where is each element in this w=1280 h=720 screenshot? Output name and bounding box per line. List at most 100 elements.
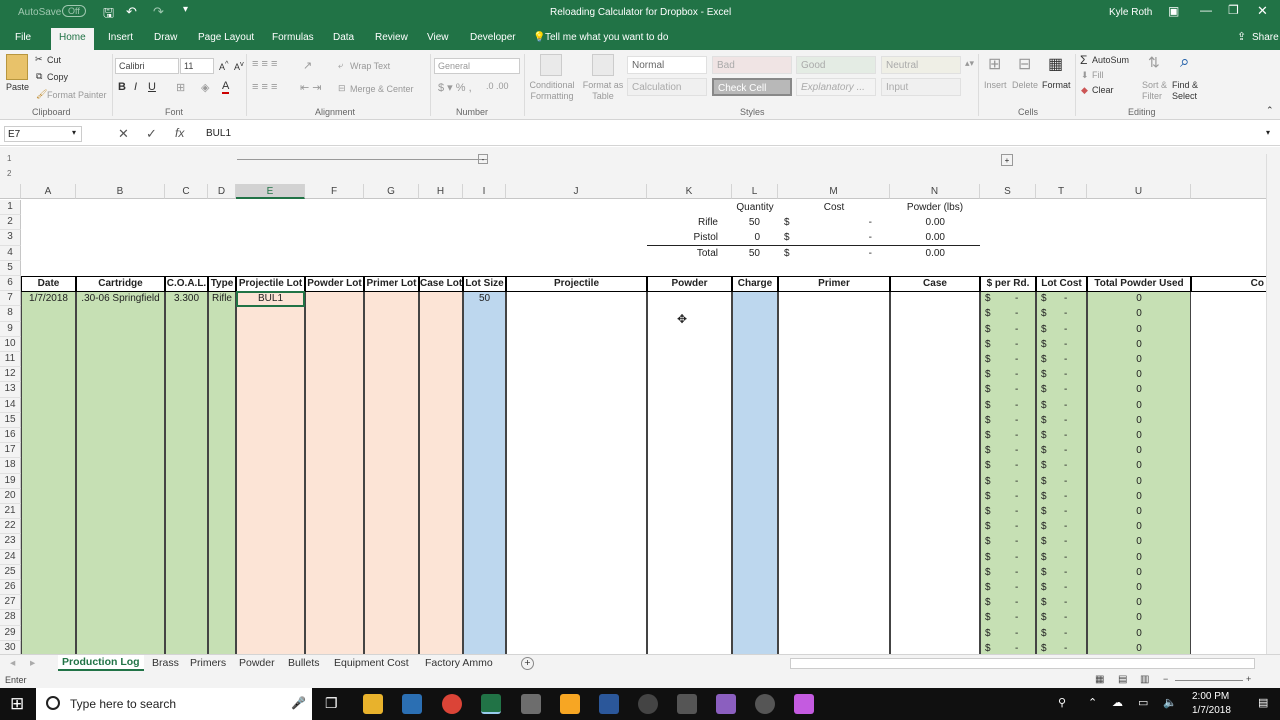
tab-insert[interactable]: Insert [108, 32, 133, 43]
app-icon[interactable] [521, 694, 541, 714]
worksheet-grid[interactable]: A B C D E F G H I J K L M N S T U 1 2 3 4 5 6 7 8 9 10 11 12 13 14 15 16… [0, 184, 1266, 654]
align-top-icon[interactable]: ≡ ≡ ≡ [252, 58, 277, 70]
row-header[interactable]: 23 [0, 534, 21, 550]
save-icon[interactable]: 🖫 [103, 4, 114, 26]
cut-icon[interactable]: ✂ [35, 54, 43, 65]
sheet-tab-powder[interactable]: Powder [239, 657, 275, 669]
chrome-icon[interactable] [442, 694, 462, 714]
name-box[interactable]: E7 [4, 126, 82, 142]
shrink-font-icon[interactable]: Av [234, 59, 244, 72]
restore-icon[interactable]: ❐ [1228, 3, 1239, 17]
customize-qat-icon[interactable]: ▾ [183, 4, 188, 15]
page-layout-icon[interactable]: ▤ [1118, 674, 1127, 685]
format-painter-icon[interactable]: 🖌 [36, 89, 47, 100]
sort-filter-button[interactable]: Sort & Filter [1142, 80, 1174, 102]
column-header[interactable]: U [1087, 184, 1191, 199]
excel-taskbar-icon[interactable] [481, 694, 501, 714]
row-header[interactable]: 27 [0, 595, 21, 611]
column-header[interactable]: A [21, 184, 76, 199]
paste-icon[interactable] [6, 54, 28, 80]
indent-icon[interactable]: ⇤ ⇥ [300, 81, 322, 94]
close-icon[interactable]: ✕ [1257, 3, 1268, 19]
copy-icon[interactable]: ⧉ [36, 71, 42, 82]
row-header[interactable]: 11 [0, 352, 21, 368]
sheet-tab-primers[interactable]: Primers [190, 657, 226, 669]
column-header[interactable]: H [419, 184, 463, 199]
normal-view-icon[interactable]: ▦ [1095, 674, 1104, 685]
redo-icon[interactable]: ↷ [153, 4, 164, 20]
row-header[interactable]: 26 [0, 580, 21, 596]
column-header[interactable]: E [236, 184, 305, 199]
illustrator-icon[interactable] [560, 694, 580, 714]
bold-icon[interactable]: B [118, 81, 126, 93]
sort-filter-icon[interactable]: ⇅ [1148, 54, 1160, 71]
column-header[interactable]: J [506, 184, 647, 199]
horizontal-scrollbar[interactable] [790, 658, 1255, 669]
style-calculation[interactable]: Calculation [627, 78, 707, 96]
column-header[interactable]: F [305, 184, 364, 199]
collapse-ribbon-icon[interactable]: ⌃ [1266, 105, 1274, 116]
column-header[interactable]: L [732, 184, 778, 199]
style-check-cell[interactable]: Check Cell [712, 78, 792, 96]
style-good[interactable]: Good [796, 56, 876, 74]
conditional-formatting-button[interactable]: Conditional Formatting [527, 80, 577, 102]
row-header[interactable]: 30 [0, 640, 21, 654]
app-icon[interactable] [794, 694, 814, 714]
formula-input[interactable]: BUL1 [200, 124, 1260, 144]
tab-page-layout[interactable]: Page Layout [198, 32, 254, 43]
notifications-icon[interactable]: ▤ [1258, 696, 1268, 709]
prev-sheet-icon[interactable]: ◂ [10, 657, 15, 669]
style-neutral[interactable]: Neutral [881, 56, 961, 74]
row-header[interactable]: 16 [0, 428, 21, 444]
column-header[interactable]: N [890, 184, 980, 199]
file-explorer-icon[interactable] [363, 694, 383, 714]
cell-lot-size[interactable]: 50 [463, 291, 506, 306]
microphone-icon[interactable]: 🎤 [291, 696, 306, 710]
column-header[interactable]: G [364, 184, 419, 199]
tab-developer[interactable]: Developer [470, 32, 516, 43]
row-header[interactable]: 4 [0, 245, 21, 261]
row-header[interactable]: 3 [0, 230, 21, 246]
store-icon[interactable] [402, 694, 422, 714]
insert-cells-button[interactable]: Insert [984, 80, 1007, 90]
insert-cells-icon[interactable]: ⊞ [988, 54, 1001, 74]
column-header[interactable]: C [165, 184, 208, 199]
add-sheet-icon[interactable]: + [521, 657, 534, 670]
cortana-icon[interactable] [46, 696, 60, 710]
undo-icon[interactable]: ↶ [126, 4, 137, 20]
fill-icon[interactable]: ⬇ [1081, 70, 1089, 81]
column-header[interactable]: M [778, 184, 890, 199]
column-header[interactable]: S [980, 184, 1036, 199]
column-header[interactable]: T [1036, 184, 1087, 199]
share-button[interactable]: Share [1252, 32, 1279, 43]
format-painter-button[interactable]: Format Painter [47, 90, 107, 100]
autosum-icon[interactable]: Σ [1080, 53, 1087, 67]
cell-date[interactable]: 1/7/2018 [21, 291, 76, 306]
outline-level-2[interactable]: 2 [7, 169, 11, 178]
enter-icon[interactable]: ✓ [146, 126, 157, 142]
tab-file[interactable]: File [15, 32, 31, 43]
italic-icon[interactable]: I [134, 81, 137, 93]
tab-data[interactable]: Data [333, 32, 354, 43]
tab-review[interactable]: Review [375, 32, 408, 43]
onedrive-icon[interactable]: ☁ [1112, 696, 1123, 709]
cell-type[interactable]: Rifle [208, 291, 236, 306]
row-header[interactable]: 13 [0, 382, 21, 398]
zoom-out-icon[interactable]: − [1163, 674, 1168, 684]
find-select-icon[interactable]: ⌕ [1180, 52, 1190, 72]
clock-time[interactable]: 2:00 PM [1192, 691, 1229, 702]
tell-me-box[interactable]: Tell me what you want to do [545, 32, 668, 43]
tab-home[interactable]: Home [51, 28, 94, 50]
style-input[interactable]: Input [881, 78, 961, 96]
tray-overflow-icon[interactable]: ⌃ [1088, 696, 1097, 709]
autosave-toggle[interactable]: Off [62, 5, 86, 17]
next-sheet-icon[interactable]: ▸ [30, 657, 35, 669]
align-left-icon[interactable]: ≡ ≡ ≡ [252, 81, 277, 93]
font-name-select[interactable]: Calibri [115, 58, 179, 74]
decimal-icon[interactable]: .0 .00 [486, 81, 509, 91]
style-normal[interactable]: Normal [627, 56, 707, 74]
row-header[interactable]: 14 [0, 397, 21, 413]
volume-icon[interactable]: 🔈 [1163, 696, 1177, 709]
cut-button[interactable]: Cut [47, 55, 61, 65]
sheet-tab-production-log[interactable]: Production Log [58, 655, 144, 671]
